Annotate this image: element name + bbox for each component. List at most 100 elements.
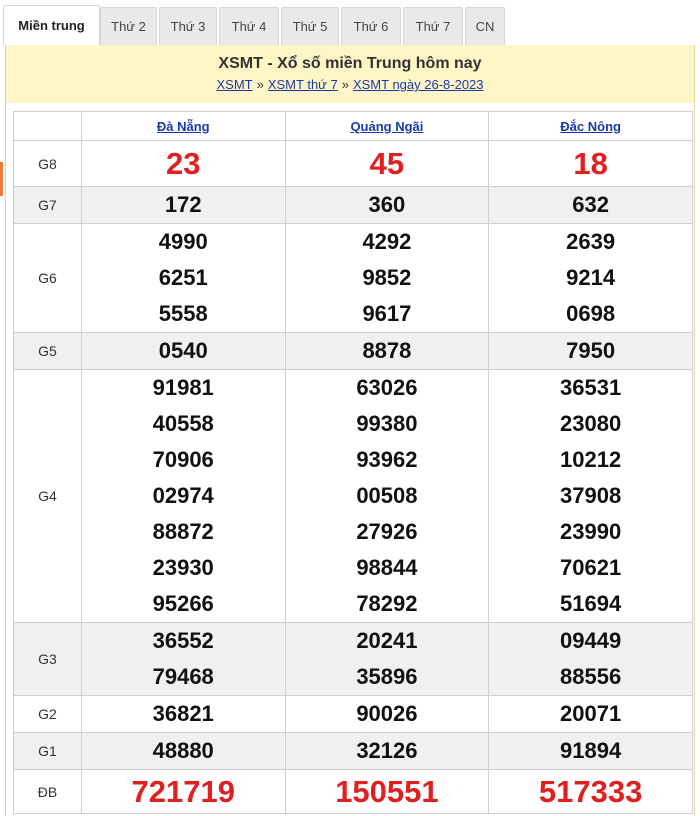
prize-number: 721719 <box>131 773 235 809</box>
prize-number: 37908 <box>560 483 622 508</box>
row-g2: G2 36821 90026 20071 <box>13 695 693 733</box>
prize-number: 0698 <box>566 301 616 326</box>
prize-number: 9852 <box>362 265 412 290</box>
prize-number: 90026 <box>356 701 418 726</box>
prize-number: 88872 <box>152 519 214 544</box>
prize-number: 40558 <box>152 411 214 436</box>
page-title: XSMT - Xổ số miền Trung hôm nay <box>218 55 482 72</box>
cell-g5-dac-nong: 7950 <box>488 332 693 370</box>
prize-number: 36552 <box>152 628 214 653</box>
tab-mien-trung[interactable]: Miền trung <box>3 5 100 45</box>
tab-thu-4[interactable]: Thứ 4 <box>219 7 279 45</box>
breadcrumb-xsmt[interactable]: XSMT <box>216 77 252 92</box>
prize-number: 23990 <box>560 519 622 544</box>
cell-g7-dac-nong: 632 <box>488 186 693 224</box>
cell-g1-quang-ngai: 32126 <box>284 732 490 770</box>
prize-label-g4: G4 <box>13 369 82 623</box>
tab-thu-7[interactable]: Thứ 7 <box>403 7 463 45</box>
prize-number: 35896 <box>356 664 418 689</box>
cell-g3-da-nang: 36552 79468 <box>80 622 286 696</box>
row-g8: G8 23 45 18 <box>13 140 693 187</box>
prize-number: 70906 <box>152 447 214 472</box>
tab-thu-6[interactable]: Thứ 6 <box>341 7 401 45</box>
prize-number: 23930 <box>152 555 214 580</box>
province-link-da-nang[interactable]: Đà Nẵng <box>157 119 210 134</box>
prize-number: 79468 <box>152 664 214 689</box>
breadcrumb-xsmt-thu-7[interactable]: XSMT thứ 7 <box>268 77 338 92</box>
prize-label-g2: G2 <box>13 695 82 733</box>
row-g6: G6 4990 6251 5558 4292 9852 9617 2639 92… <box>13 223 693 333</box>
row-g1: G1 48880 32126 91894 <box>13 732 693 770</box>
prize-number: 98844 <box>356 555 418 580</box>
prize-number: 7950 <box>566 338 616 363</box>
cell-g6-da-nang: 4990 6251 5558 <box>80 223 286 333</box>
cell-g2-da-nang: 36821 <box>80 695 286 733</box>
header-province-da-nang: Đà Nẵng <box>80 111 286 141</box>
prize-number: 2639 <box>566 229 616 254</box>
row-g4: G4 91981 40558 70906 02974 88872 23930 9… <box>13 369 693 623</box>
province-link-quang-ngai[interactable]: Quảng Ngãi <box>350 119 423 134</box>
row-g7: G7 172 360 632 <box>13 186 693 224</box>
header-province-dac-nong: Đắc Nông <box>488 111 693 141</box>
prize-number: 23 <box>165 145 201 181</box>
tab-cn[interactable]: CN <box>465 7 505 45</box>
breadcrumb-separator: » <box>256 77 264 92</box>
prize-number: 0540 <box>158 338 208 363</box>
breadcrumb-xsmt-date[interactable]: XSMT ngày 26-8-2023 <box>353 77 484 92</box>
tab-thu-5[interactable]: Thứ 5 <box>281 7 339 45</box>
row-g3: G3 36552 79468 20241 35896 09449 88556 <box>13 622 693 696</box>
prize-number: 02974 <box>152 483 214 508</box>
tab-thu-3[interactable]: Thứ 3 <box>159 7 217 45</box>
cell-g3-quang-ngai: 20241 35896 <box>284 622 490 696</box>
cell-g6-quang-ngai: 4292 9852 9617 <box>284 223 490 333</box>
prize-number: 172 <box>164 192 202 217</box>
header-blank <box>13 111 82 141</box>
tab-thu-2[interactable]: Thứ 2 <box>100 7 157 45</box>
prize-number: 27926 <box>356 519 418 544</box>
cell-g6-dac-nong: 2639 9214 0698 <box>488 223 693 333</box>
cell-g7-da-nang: 172 <box>80 186 286 224</box>
prize-number: 32126 <box>356 738 418 763</box>
province-link-dac-nong[interactable]: Đắc Nông <box>560 119 621 134</box>
prize-number: 36821 <box>152 701 214 726</box>
region-tabs: Miền trung Thứ 2 Thứ 3 Thứ 4 Thứ 5 Thứ 6… <box>0 0 700 45</box>
prize-number: 00508 <box>356 483 418 508</box>
prize-label-g1: G1 <box>13 732 82 770</box>
prize-number: 20071 <box>560 701 622 726</box>
cell-g8-dac-nong: 18 <box>488 140 693 187</box>
prize-number: 93962 <box>356 447 418 472</box>
prize-number: 8878 <box>362 338 412 363</box>
prize-label-g6: G6 <box>13 223 82 333</box>
prize-number: 36531 <box>560 375 622 400</box>
prize-number: 78292 <box>356 591 418 616</box>
header-province-quang-ngai: Quảng Ngãi <box>284 111 490 141</box>
prize-label-db: ĐB <box>13 769 82 814</box>
prize-number: 91894 <box>560 738 622 763</box>
breadcrumb-separator: » <box>341 77 349 92</box>
cell-g5-da-nang: 0540 <box>80 332 286 370</box>
cell-g5-quang-ngai: 8878 <box>284 332 490 370</box>
cell-g3-dac-nong: 09449 88556 <box>488 622 693 696</box>
prize-number: 91981 <box>152 375 214 400</box>
cell-g7-quang-ngai: 360 <box>284 186 490 224</box>
prize-number: 4990 <box>158 229 208 254</box>
cell-g2-dac-nong: 20071 <box>488 695 693 733</box>
prize-number: 10212 <box>560 447 622 472</box>
prize-number: 6251 <box>158 265 208 290</box>
prize-number: 95266 <box>152 591 214 616</box>
cell-g4-quang-ngai: 63026 99380 93962 00508 27926 98844 7829… <box>284 369 490 623</box>
cell-g1-da-nang: 48880 <box>80 732 286 770</box>
prize-number: 20241 <box>356 628 418 653</box>
prize-number: 09449 <box>560 628 622 653</box>
prize-label-g7: G7 <box>13 186 82 224</box>
row-db: ĐB 721719 150551 517333 <box>13 769 693 814</box>
cell-g8-quang-ngai: 45 <box>284 140 490 187</box>
row-g5: G5 0540 8878 7950 <box>13 332 693 370</box>
prize-number: 517333 <box>538 773 643 809</box>
cell-g2-quang-ngai: 90026 <box>284 695 490 733</box>
cell-db-quang-ngai: 150551 <box>284 769 490 814</box>
breadcrumb: XSMT» XSMT thứ 7» XSMT ngày 26-8-2023 <box>6 77 694 92</box>
cell-g4-da-nang: 91981 40558 70906 02974 88872 23930 9526… <box>80 369 286 623</box>
prize-number: 88556 <box>560 664 622 689</box>
prize-number: 9214 <box>566 265 616 290</box>
